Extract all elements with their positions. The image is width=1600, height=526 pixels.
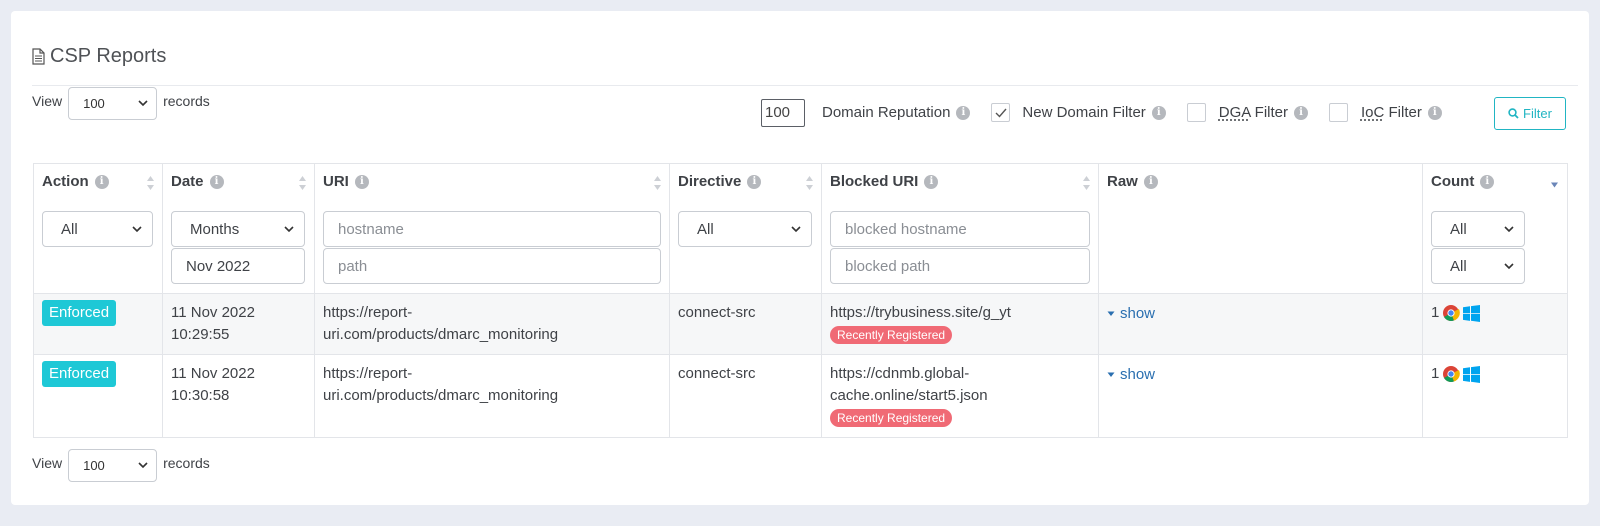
dga-abbr: DGA [1218, 104, 1251, 121]
info-icon[interactable]: i [956, 105, 971, 120]
records-per-page-value: 100 [83, 96, 105, 111]
cell-blocked-uri: https://cdnmb.global- cache.online/start… [821, 354, 1099, 438]
cell-count: 1 [1422, 354, 1568, 438]
cell-action: Enforced [33, 354, 163, 438]
chevron-down-icon [138, 462, 148, 469]
uri-path-input[interactable]: path [323, 248, 661, 284]
cell-date: 11 Nov 2022 10:30:58 [162, 354, 315, 438]
cell-raw: show [1098, 354, 1423, 438]
chevron-down-icon [284, 225, 294, 232]
checkmark-icon [995, 108, 1007, 118]
directive-filter-select[interactable]: All [678, 211, 812, 247]
records-per-page-select-bottom[interactable]: 100 [68, 449, 158, 482]
info-icon[interactable]: i [1143, 174, 1158, 189]
count-filter-select-2[interactable]: All [1431, 248, 1525, 284]
enforced-badge: Enforced [42, 361, 117, 387]
column-blocked-uri[interactable]: Blocked URI i blocked hostname blocked pa… [821, 163, 1099, 294]
cell-action: Enforced [33, 293, 163, 355]
info-icon[interactable]: i [747, 174, 762, 189]
chevron-down-icon [138, 100, 148, 107]
column-date[interactable]: Date i Months Nov 2022 [162, 163, 315, 294]
info-icon[interactable]: i [924, 174, 939, 189]
column-raw: Raw i [1098, 163, 1423, 294]
cell-uri: https://report-uri.com/products/dmarc_mo… [314, 293, 670, 355]
page-title: CSP Reports [32, 44, 166, 68]
view-label: View [32, 455, 63, 471]
view-records-top: View 100 records [21, 84, 210, 120]
ioc-label: IoC Filter i [1361, 104, 1442, 121]
info-icon[interactable]: i [1427, 105, 1442, 120]
count-filter-select-1[interactable]: All [1431, 211, 1525, 247]
new-domain-checkbox[interactable] [991, 103, 1011, 122]
sort-icon[interactable] [653, 175, 662, 191]
uri-hostname-input[interactable]: hostname [323, 211, 661, 247]
action-filter-select[interactable]: All [42, 211, 153, 247]
date-value-input[interactable]: Nov 2022 [171, 248, 305, 284]
date-period-select[interactable]: Months [171, 211, 305, 247]
cell-date: 11 Nov 2022 10:29:55 [162, 293, 315, 355]
csp-reports-table: Action i All Date i Months Nov 2022 URI i [33, 163, 1568, 438]
cell-directive: connect-src [669, 354, 822, 438]
recently-registered-badge: Recently Registered [830, 409, 953, 427]
chrome-icon [1443, 305, 1461, 321]
chevron-down-icon [1504, 262, 1514, 269]
show-raw-link[interactable]: show [1107, 364, 1155, 386]
show-raw-link[interactable]: show [1107, 303, 1155, 325]
column-uri[interactable]: URI i hostname path [314, 163, 670, 294]
records-per-page-select[interactable]: 100 [68, 87, 158, 120]
cell-count: 1 [1422, 293, 1568, 355]
info-icon[interactable]: i [1293, 105, 1308, 120]
column-directive[interactable]: Directive i All [669, 163, 822, 294]
caret-down-icon [1107, 372, 1115, 377]
ioc-abbr: IoC [1360, 104, 1385, 121]
filter-bar: 100 Domain Reputation i New Domain Filte… [761, 96, 1442, 129]
document-icon [32, 47, 45, 65]
search-icon [1508, 108, 1519, 119]
recently-registered-badge: Recently Registered [830, 326, 953, 344]
sort-desc-icon[interactable] [1550, 182, 1559, 188]
blocked-hostname-input[interactable]: blocked hostname [830, 211, 1090, 247]
enforced-badge: Enforced [42, 300, 117, 326]
info-icon[interactable]: i [1480, 174, 1495, 189]
dga-checkbox[interactable] [1186, 103, 1206, 122]
cell-blocked-uri: https://trybusiness.site/g_yt Recently R… [821, 293, 1099, 355]
info-icon[interactable]: i [94, 174, 109, 189]
column-count[interactable]: Count i All All [1422, 163, 1568, 294]
dga-label: DGA Filter i [1219, 104, 1308, 121]
view-records-bottom: View 100 records [21, 446, 210, 482]
sort-icon[interactable] [146, 175, 155, 191]
info-icon[interactable]: i [209, 174, 224, 189]
records-label: records [163, 455, 210, 471]
page-title-text: CSP Reports [50, 44, 167, 67]
new-domain-label: New Domain Filter i [1022, 104, 1166, 121]
caret-down-icon [1107, 311, 1115, 316]
cell-directive: connect-src [669, 293, 822, 355]
blocked-path-input[interactable]: blocked path [830, 248, 1090, 284]
chevron-down-icon [791, 225, 801, 232]
sort-icon[interactable] [1082, 175, 1091, 191]
sort-icon[interactable] [805, 175, 814, 191]
chevron-down-icon [132, 225, 142, 232]
title-divider [32, 85, 1578, 86]
records-label: records [163, 93, 210, 109]
sort-icon[interactable] [298, 175, 307, 191]
column-action[interactable]: Action i All [33, 163, 163, 294]
chevron-down-icon [1504, 225, 1514, 232]
info-icon[interactable]: i [354, 174, 369, 189]
ioc-checkbox[interactable] [1328, 103, 1348, 122]
view-label: View [32, 93, 63, 109]
cell-uri: https://report-uri.com/products/dmarc_mo… [314, 354, 670, 438]
windows-icon [1463, 365, 1481, 383]
table-row: Enforced 11 Nov 2022 10:29:55 https://rep… [33, 293, 1568, 355]
table-header-row: Action i All Date i Months Nov 2022 URI i [33, 163, 1568, 294]
windows-icon [1463, 304, 1481, 322]
domain-reputation-label: Domain Reputation i [822, 104, 971, 121]
info-icon[interactable]: i [1151, 105, 1166, 120]
records-per-page-value: 100 [83, 458, 105, 473]
cell-raw: show [1098, 293, 1423, 355]
filter-button[interactable]: Filter [1494, 97, 1566, 130]
domain-reputation-input[interactable]: 100 [761, 98, 805, 127]
table-row: Enforced 11 Nov 2022 10:30:58 https://rep… [33, 354, 1568, 438]
chrome-icon [1443, 366, 1461, 382]
